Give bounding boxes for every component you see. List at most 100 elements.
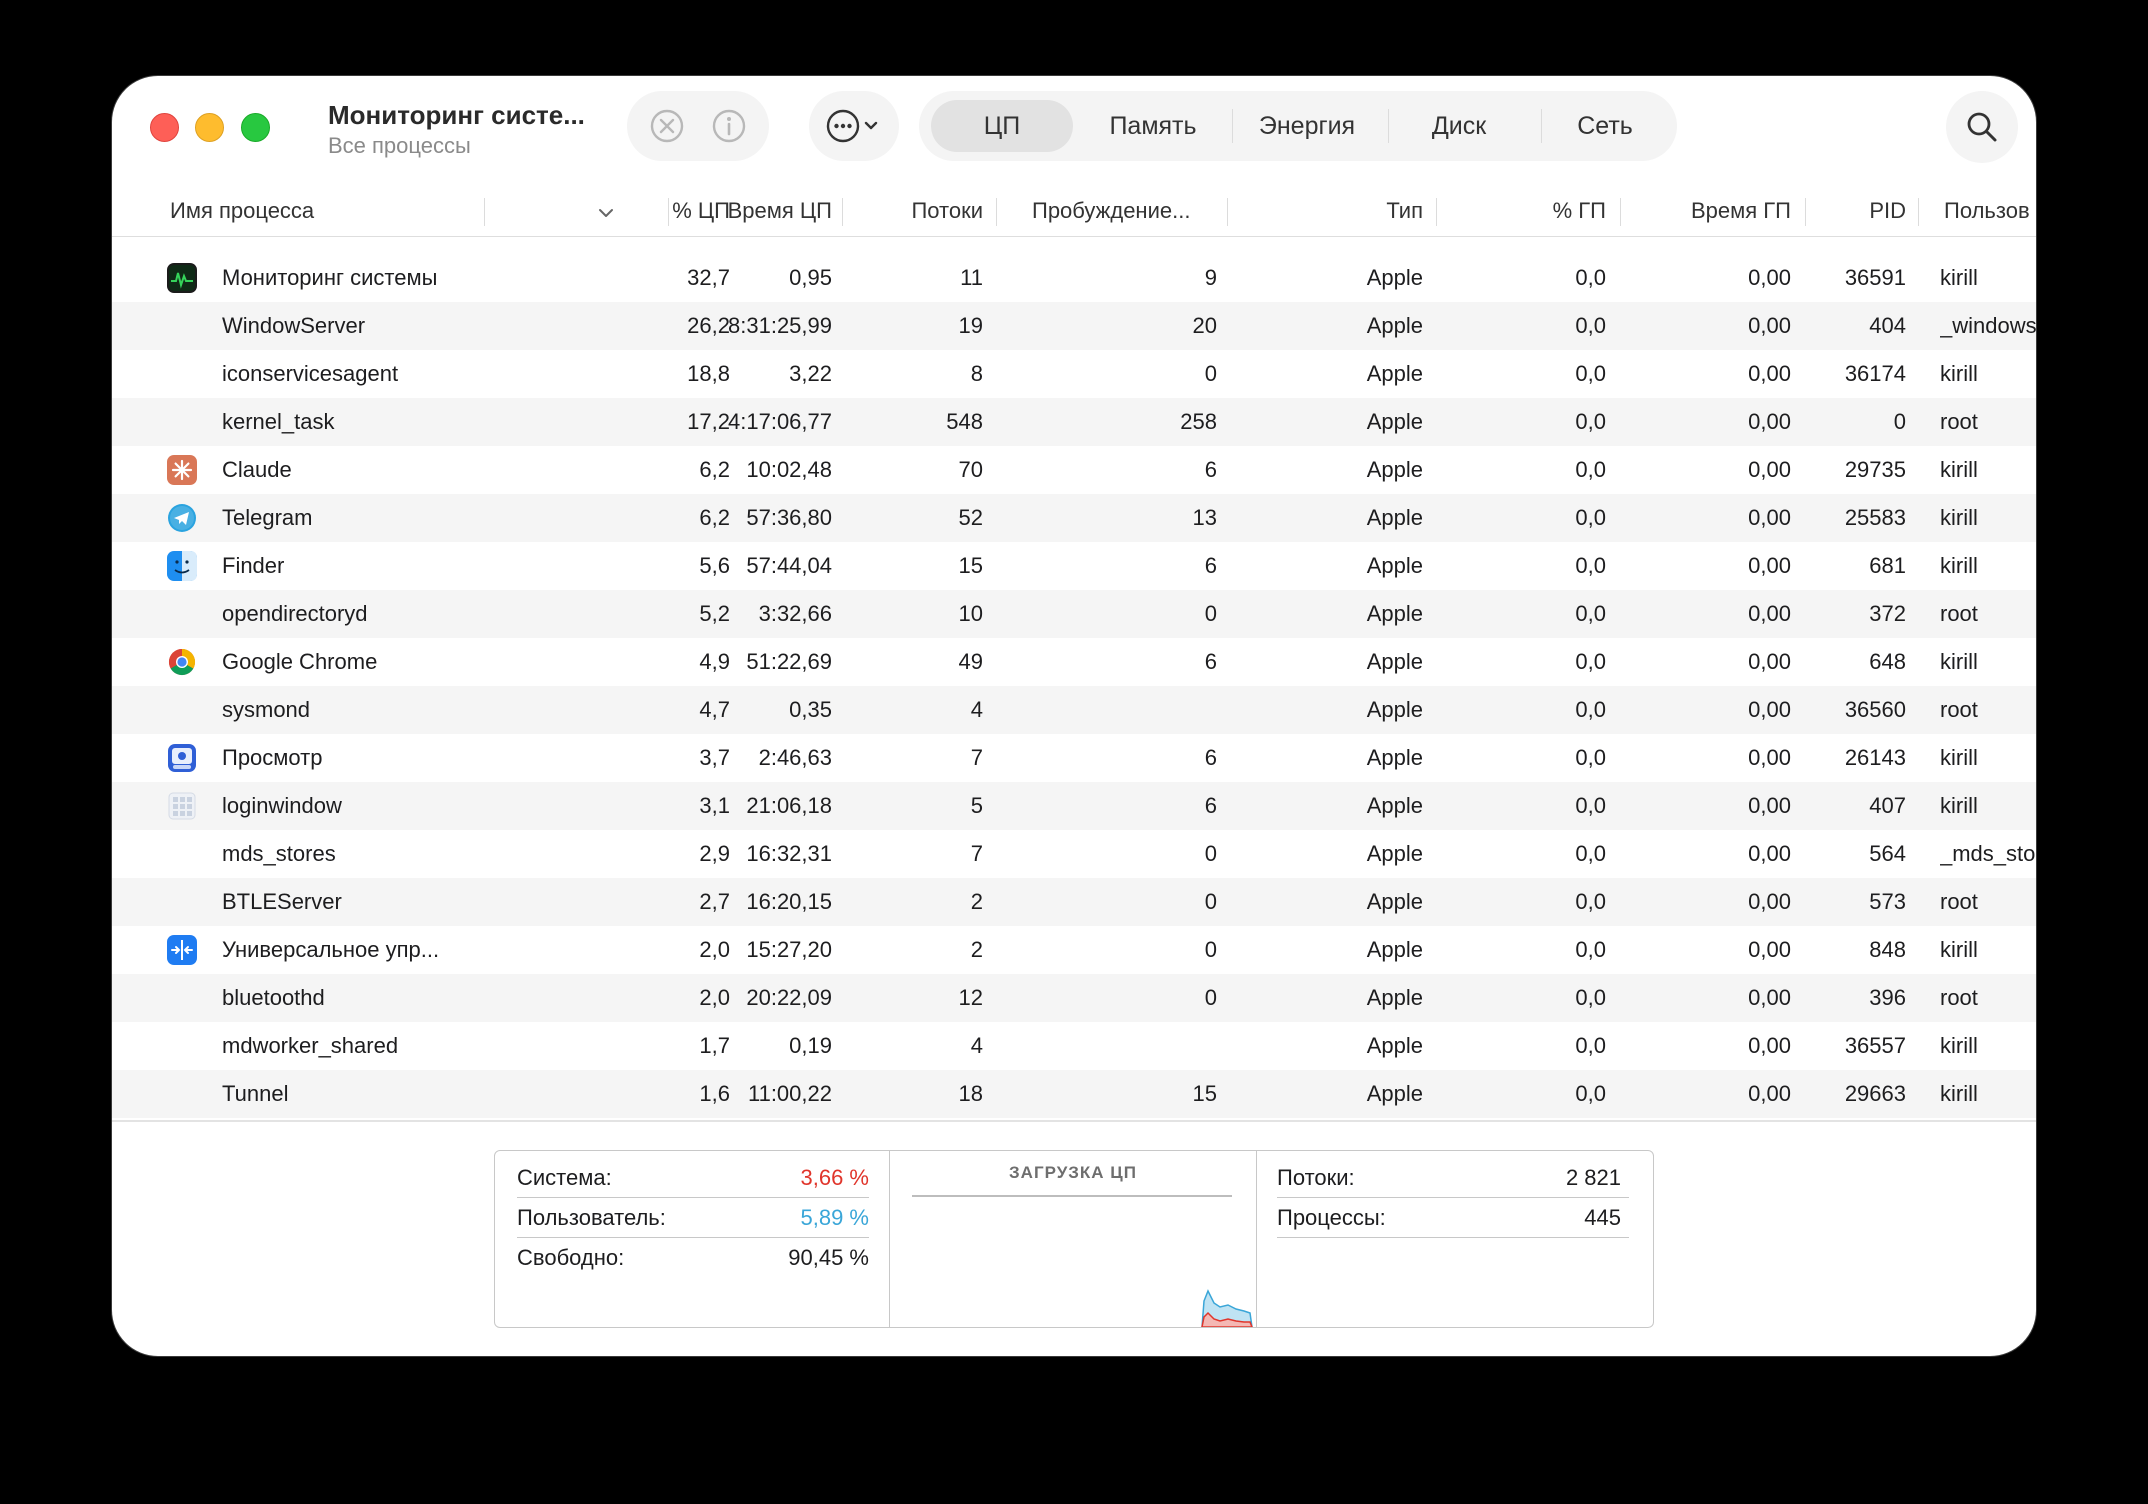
- pid-cell: 564: [1869, 841, 1906, 866]
- table-row[interactable]: BTLEServer 2,7 16:20,15 2 0 Apple 0,0 0,00 573 ro…: [112, 878, 2036, 926]
- table-row[interactable]: WindowServer 26,2 8:31:25,99 19 20 Apple 0,0 0,…: [112, 302, 2036, 350]
- zoom-window-button[interactable]: [241, 113, 270, 142]
- idle-wakeups-cell: [1012, 1022, 1217, 1070]
- activity-monitor-icon: [167, 263, 197, 293]
- user-load-label: Пользователь:: [517, 1205, 666, 1230]
- table-row[interactable]: bluetoothd 2,0 20:22,09 12 0 Apple 0,0 0,00 396 r…: [112, 974, 2036, 1022]
- idle-wakeups-cell: 0: [1204, 361, 1217, 386]
- kind-cell: Apple: [1366, 841, 1423, 866]
- table-row[interactable]: Tunnel 1,6 11:00,22 18 15 Apple 0,0 0,00 29663 ki…: [112, 1070, 2036, 1118]
- cpu-time-cell: 0,19: [789, 1033, 832, 1058]
- column-divider[interactable]: [1805, 198, 1806, 226]
- gpu-time-cell: 0,00: [1748, 601, 1791, 626]
- user-cell: kirill: [1940, 937, 1978, 962]
- process-count-stats: Потоки: 2 821 Процессы: 445: [1257, 1151, 1651, 1327]
- table-row[interactable]: Просмотр 3,7 2:46,63 7 6 Apple 0,0 0,00 26143 kir…: [112, 734, 2036, 782]
- kind-cell: Apple: [1366, 601, 1423, 626]
- table-row[interactable]: mds_stores 2,9 16:32,31 7 0 Apple 0,0 0,00 564 _m…: [112, 830, 2036, 878]
- idle-wakeups-cell: 9: [1204, 265, 1217, 290]
- cpu-time-cell: 8:31:25,99: [728, 313, 832, 338]
- finder-icon: [167, 551, 197, 581]
- column-divider[interactable]: [484, 198, 485, 226]
- more-actions-group: [809, 91, 899, 161]
- process-name-cell: Telegram: [222, 505, 313, 530]
- table-row[interactable]: kernel_task 17,2 4:17:06,77 548 258 Apple 0,0 0…: [112, 398, 2036, 446]
- column-user[interactable]: Пользов: [1944, 186, 2036, 236]
- gpu-time-cell: 0,00: [1748, 793, 1791, 818]
- column-divider[interactable]: [1227, 198, 1228, 226]
- threads-value: 2 821: [1565, 1165, 1621, 1190]
- tab-energy[interactable]: Энергия: [1235, 100, 1379, 152]
- process-name-cell: Finder: [222, 553, 285, 578]
- gpu-percent-cell: 0,0: [1575, 889, 1606, 914]
- table-row[interactable]: mdworker_shared 1,7 0,19 4 Apple 0,0 0,00 36557…: [112, 1022, 2036, 1070]
- table-row[interactable]: loginwindow 3,1 21:06,18 5 6 Apple 0,0 0,00 407 k…: [112, 782, 2036, 830]
- user-cell: root: [1940, 409, 1978, 434]
- column-gpu-percent[interactable]: % ГП: [1442, 186, 1606, 236]
- system-load-label: Система:: [517, 1165, 612, 1190]
- user-cell: kirill: [1940, 649, 1978, 674]
- gpu-percent-cell: 0,0: [1575, 265, 1606, 290]
- column-gpu-time[interactable]: Время ГП: [1627, 186, 1791, 236]
- stop-process-button[interactable]: [639, 91, 695, 161]
- gpu-time-cell: 0,00: [1748, 361, 1791, 386]
- table-row[interactable]: Google Chrome 4,9 51:22,69 49 6 Apple 0,0 0,00 6…: [112, 638, 2036, 686]
- window-subtitle[interactable]: Все процессы: [328, 133, 471, 159]
- pid-cell: 36591: [1844, 265, 1906, 290]
- table-row[interactable]: opendirectoryd 5,2 3:32,66 10 0 Apple 0,0 0,00 3…: [112, 590, 2036, 638]
- sort-descending-icon[interactable]: [597, 206, 615, 220]
- claude-icon: [167, 455, 197, 485]
- more-actions-button[interactable]: [817, 91, 893, 161]
- minimize-window-button[interactable]: [195, 113, 224, 142]
- table-row[interactable]: Finder 5,6 57:44,04 15 6 Apple 0,0 0,00 681 kiril…: [112, 542, 2036, 590]
- gpu-time-cell: 0,00: [1748, 505, 1791, 530]
- column-divider[interactable]: [1436, 198, 1437, 226]
- column-divider[interactable]: [842, 198, 843, 226]
- gpu-percent-cell: 0,0: [1575, 793, 1606, 818]
- tab-disk[interactable]: Диск: [1391, 100, 1527, 152]
- table-row[interactable]: Универсальное упр... 2,0 15:27,20 2 0 Apple 0,…: [112, 926, 2036, 974]
- inspect-process-button[interactable]: [701, 91, 757, 161]
- search-button[interactable]: [1946, 91, 2018, 163]
- table-row[interactable]: Claude 6,2 10:02,48 70 6 Apple 0,0 0,00 29735 kir…: [112, 446, 2036, 494]
- process-name-cell: Мониторинг системы: [222, 265, 438, 290]
- gpu-percent-cell: 0,0: [1575, 313, 1606, 338]
- process-name-cell: WindowServer: [222, 313, 366, 338]
- column-cpu-time[interactable]: Время ЦП: [682, 186, 832, 236]
- column-pid[interactable]: PID: [1812, 186, 1906, 236]
- tab-memory[interactable]: Память: [1081, 100, 1225, 152]
- gpu-percent-cell: 0,0: [1575, 985, 1606, 1010]
- cpu-load-graph: ЗАГРУЗКА ЦП: [890, 1151, 1257, 1327]
- kind-cell: Apple: [1366, 889, 1423, 914]
- idle-stat: Свободно: 90,45 %: [517, 1239, 869, 1277]
- idle-value: 90,45 %: [788, 1245, 869, 1270]
- table-row[interactable]: Мониторинг системы 32,7 0,95 11 9 Apple 0,0 0,0…: [112, 254, 2036, 302]
- tab-cpu[interactable]: ЦП: [931, 100, 1073, 152]
- user-cell: kirill: [1940, 361, 1978, 386]
- cpu-load-graph-title: ЗАГРУЗКА ЦП: [1009, 1163, 1137, 1182]
- gpu-time-cell: 0,00: [1748, 1033, 1791, 1058]
- cpu-time-cell: 16:32,31: [746, 841, 832, 866]
- process-name-cell: Универсальное упр...: [222, 937, 440, 962]
- threads-label: Потоки:: [1277, 1165, 1355, 1190]
- column-idle-wakeups[interactable]: Пробуждение...: [1032, 186, 1212, 236]
- column-divider[interactable]: [668, 198, 669, 226]
- process-name-cell: loginwindow: [222, 793, 342, 818]
- kind-cell: Apple: [1366, 265, 1423, 290]
- table-row[interactable]: Telegram 6,2 57:36,80 52 13 Apple 0,0 0,00 25583…: [112, 494, 2036, 542]
- column-divider[interactable]: [996, 198, 997, 226]
- column-kind[interactable]: Тип: [1232, 186, 1423, 236]
- column-threads[interactable]: Потоки: [857, 186, 983, 236]
- idle-wakeups-cell: 13: [1192, 505, 1217, 530]
- system-load-stat: Система: 3,66 %: [517, 1159, 869, 1198]
- column-divider[interactable]: [1620, 198, 1621, 226]
- processes-value: 445: [1584, 1205, 1621, 1230]
- tab-network[interactable]: Сеть: [1541, 100, 1669, 152]
- gpu-percent-cell: 0,0: [1575, 505, 1606, 530]
- process-name-cell: BTLEServer: [222, 889, 342, 914]
- close-window-button[interactable]: [150, 113, 179, 142]
- table-row[interactable]: sysmond 4,7 0,35 4 Apple 0,0 0,00 36560 root: [112, 686, 2036, 734]
- column-process-name[interactable]: Имя процесса: [170, 186, 470, 236]
- column-divider[interactable]: [1918, 198, 1919, 226]
- table-row[interactable]: iconservicesagent 18,8 3,22 8 0 Apple 0,0 0,00 3…: [112, 350, 2036, 398]
